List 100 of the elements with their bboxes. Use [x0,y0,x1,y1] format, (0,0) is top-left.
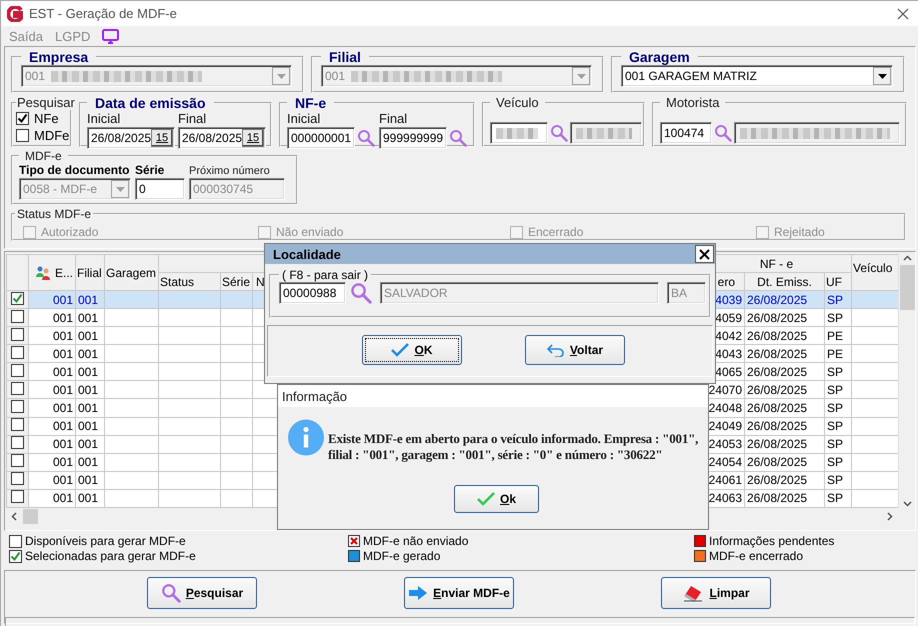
close-button[interactable] [695,245,714,263]
chevron-left-icon[interactable] [10,512,19,521]
group-label: Motorista [665,95,720,110]
dialog-button[interactable]: Ok [454,485,539,513]
dialog-button[interactable]: OK [362,335,462,365]
input-field[interactable]: 999999999 [379,127,447,149]
dialog-button[interactable]: Voltar [525,335,625,365]
field-label: Final [379,111,408,126]
row-checkbox[interactable] [11,292,24,306]
column-header: Filial [77,266,102,280]
window-title: EST - Geração de MDF-e [29,6,177,21]
group-label: MDF-e [24,149,63,163]
column-header: Garagem [106,266,156,280]
table-cell: 001 [76,417,104,436]
row-checkbox[interactable] [11,490,24,504]
checkbox-label: Autorizado [41,225,98,239]
checkbox[interactable] [9,534,22,548]
group-label: NF-e [294,95,328,111]
group-label: ( F8 - para sair ) [281,268,370,282]
dropdown-arrow-icon [878,74,886,78]
input-field[interactable] [490,122,548,144]
field-label: Final [178,111,208,126]
scrollbar-thumb[interactable] [23,509,38,524]
checkbox-label: NFe [34,111,59,126]
row-checkbox[interactable] [11,454,24,468]
monitor-icon[interactable] [102,28,120,44]
scrollbar-thumb[interactable] [900,265,914,310]
group-label: Filial [328,49,362,65]
table-cell: 001 [28,471,76,490]
action-button[interactable]: Limpar [661,577,771,609]
group-label: Garagem [628,49,691,65]
row-checkbox[interactable] [11,364,24,377]
legend-label: Informações pendentes [709,534,834,548]
checkbox[interactable] [16,112,29,125]
close-icon[interactable] [897,8,909,20]
table-cell: 001 [28,398,76,418]
table-cell: 001 [28,417,76,436]
row-checkbox[interactable] [11,400,24,413]
chevron-right-icon[interactable] [885,512,894,521]
checkbox-label: Rejeitado [774,225,825,239]
table-cell: SP [824,398,852,418]
input-field[interactable]: 100474 [660,122,712,144]
search-icon[interactable] [350,282,372,304]
table-cell: 001 [28,435,76,454]
dropdown-arrow-icon [576,74,586,78]
row-checkbox[interactable] [11,436,24,450]
field-label: Série [135,163,166,177]
group-label: Status MDF-e [16,207,92,221]
field-label: Inicial [87,111,122,126]
field-label: Próximo número [189,165,271,177]
input-field[interactable]: 0 [135,178,185,200]
date-field[interactable]: 26/08/2025 15 [87,127,175,149]
search-icon[interactable] [357,129,375,147]
column-header: Veículo [853,261,892,275]
legend-label: Disponíveis para gerar MDF-e [25,534,186,548]
search-icon[interactable] [714,124,732,142]
field-label: Tipo de documento [19,163,130,177]
search-icon[interactable] [550,124,568,142]
dropdown-arrow-icon [116,186,124,192]
row-checkbox[interactable] [11,382,24,395]
date-field[interactable]: 26/08/2025 15 [178,127,266,149]
table-cell: SP [824,453,852,472]
calendar-button[interactable]: 15 [151,129,173,147]
checkbox[interactable] [9,550,22,562]
table-cell: SP [824,471,852,490]
action-button[interactable]: Pesquisar [147,577,257,609]
row-checkbox[interactable] [11,310,24,323]
checkbox-label: Encerrado [528,225,584,239]
row-checkbox[interactable] [11,346,24,359]
legend-label: MDF-e gerado [363,549,440,563]
dialog-title: Localidade [273,246,341,262]
combobox[interactable]: 001 GARAGEM MATRIZ [621,65,893,87]
search-icon [160,583,181,603]
legend-label: Selecionadas para gerar MDF-e [25,549,196,563]
checkbox[interactable] [16,129,29,142]
row-checkbox[interactable] [11,418,24,432]
group-label: Empresa [28,49,90,65]
column-header: Status [160,274,194,288]
vertical-scrollbar[interactable] [898,254,915,508]
action-button[interactable]: Enviar MDF-e [404,577,514,609]
return-arrow-icon [546,343,565,357]
close-icon [699,248,710,260]
chevron-down-icon[interactable] [902,499,912,508]
group-label: Veículo [495,95,540,110]
check-icon [391,343,410,357]
row-checkbox[interactable] [11,472,24,486]
check-icon [476,492,495,506]
dialog-message: Existe MDF-e em aberto para o veículo informado. Empresa : "001", filial : "001", garagem : "001", série : "0" e número : "30622" [328,431,700,463]
search-icon[interactable] [449,129,467,147]
calendar-button[interactable]: 15 [242,129,264,147]
input-field[interactable]: 000000001 [287,127,355,149]
table-cell: 26/08/2025 [744,453,824,472]
input-field[interactable]: 00000988 [279,282,346,304]
info-icon [288,419,324,456]
column-header: Série [222,274,250,288]
table-cell: 001 [76,435,104,454]
chevron-up-icon[interactable] [902,254,912,263]
row-checkbox[interactable] [11,328,24,341]
field-label: Inicial [287,111,322,126]
table-cell: 001 [76,471,104,490]
